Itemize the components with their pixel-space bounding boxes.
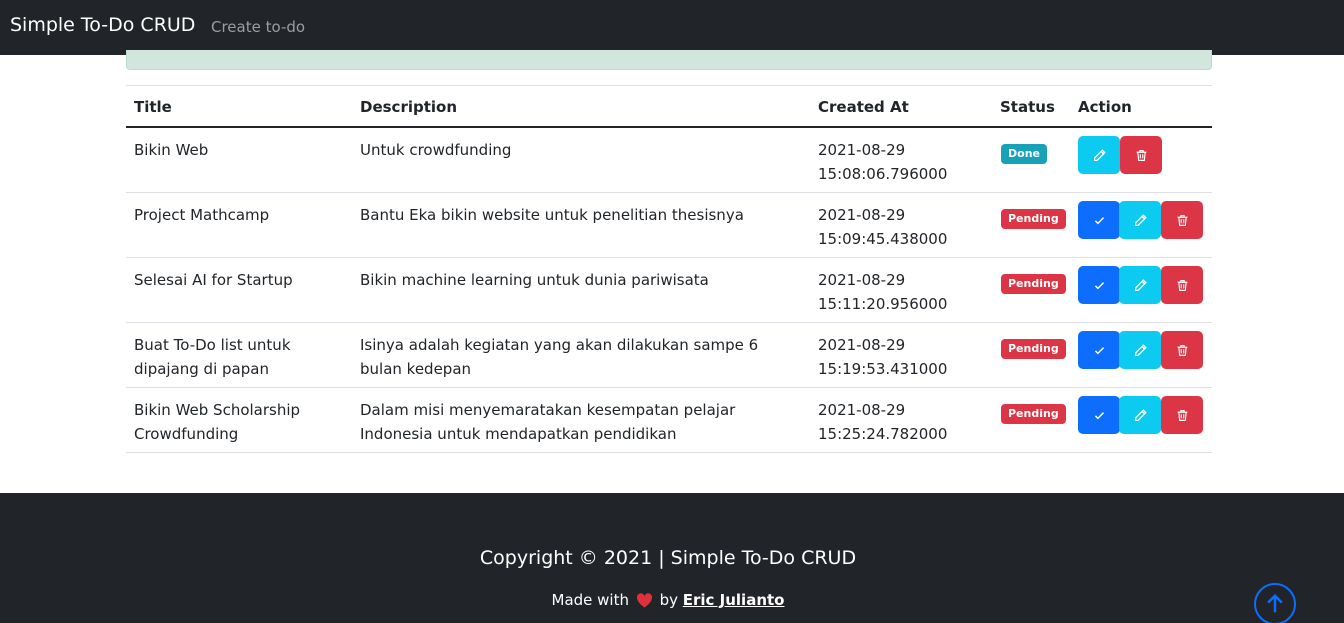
navbar-brand[interactable]: Simple To-Do CRUD [10, 14, 195, 36]
status-badge: Done [1001, 144, 1047, 164]
created-date: 2021-08-29 [818, 271, 906, 289]
edit-button[interactable] [1119, 331, 1161, 369]
by-text: by [659, 591, 678, 609]
footer: Copyright © 2021 | Simple To-Do CRUD Mad… [0, 493, 1344, 623]
pencil-icon [1134, 408, 1147, 421]
check-icon [1094, 411, 1104, 419]
scroll-top-button[interactable] [1254, 583, 1296, 623]
todo-description: Untuk crowdfunding [360, 141, 512, 159]
heart-icon [636, 593, 652, 608]
author-link[interactable]: Eric Julianto [683, 591, 785, 609]
todo-title: Bikin Web Scholarship Crowdfunding [134, 401, 301, 443]
created-time: 15:11:20.956000 [818, 295, 948, 313]
edit-button[interactable] [1119, 396, 1161, 434]
status-badge: Pending [1001, 274, 1066, 294]
check-icon [1094, 216, 1104, 224]
trash-icon [1136, 149, 1146, 161]
column-header-description: Description [360, 98, 458, 116]
status-cell: Pending [1001, 205, 1066, 229]
todo-description: Isinya adalah kegiatan yang akan dilakuk… [360, 336, 759, 378]
todo-created-at: 2021-08-29 15:08:06.796000 [818, 138, 988, 186]
trash-icon [1177, 279, 1187, 291]
todo-title: Selesai AI for Startup [134, 271, 293, 289]
mark-done-button[interactable] [1078, 331, 1120, 369]
status-badge: Pending [1001, 209, 1066, 229]
table-row: Bikin Web Untuk crowdfunding 2021-08-29 … [126, 128, 1212, 193]
created-date: 2021-08-29 [818, 336, 906, 354]
todo-description: Dalam misi menyemaratakan kesempatan pel… [360, 401, 736, 443]
column-header-status: Status [1000, 98, 1055, 116]
todo-created-at: 2021-08-29 15:25:24.782000 [818, 398, 988, 446]
created-time: 15:25:24.782000 [818, 425, 948, 443]
status-cell: Pending [1001, 270, 1066, 294]
delete-button[interactable] [1161, 396, 1203, 434]
created-date: 2021-08-29 [818, 141, 906, 159]
status-cell: Done [1001, 140, 1047, 164]
arrow-up-circle-icon [1267, 593, 1283, 613]
mark-done-button[interactable] [1078, 396, 1120, 434]
status-badge: Pending [1001, 339, 1066, 359]
trash-icon [1177, 409, 1187, 421]
nav-link-create-todo[interactable]: Create to-do [211, 18, 305, 36]
footer-copyright: Copyright © 2021 | Simple To-Do CRUD [479, 547, 857, 569]
table-row: Buat To-Do list untuk dipajang di papan … [126, 323, 1212, 388]
todo-title: Buat To-Do list untuk dipajang di papan [134, 336, 291, 378]
delete-button[interactable] [1161, 331, 1203, 369]
check-icon [1094, 281, 1104, 289]
todo-description: Bikin machine learning untuk dunia pariw… [360, 271, 709, 289]
navbar: Simple To-Do CRUD Create to-do [0, 0, 1344, 55]
made-with-text: Made with [551, 591, 629, 609]
created-date: 2021-08-29 [818, 401, 906, 419]
check-icon [1094, 346, 1104, 354]
status-cell: Pending [1001, 335, 1066, 359]
edit-button[interactable] [1119, 266, 1161, 304]
todo-table: Title Description Created At Status Acti… [126, 85, 1212, 453]
todo-title: Project Mathcamp [134, 206, 270, 224]
delete-button[interactable] [1120, 136, 1162, 174]
created-time: 15:08:06.796000 [818, 165, 948, 183]
pencil-icon [1134, 213, 1147, 226]
column-header-created-at: Created At [818, 98, 909, 116]
created-time: 15:09:45.438000 [818, 230, 948, 248]
created-time: 15:19:53.431000 [818, 360, 948, 378]
pencil-icon [1134, 343, 1147, 356]
table-row: Project Mathcamp Bantu Eka bikin website… [126, 193, 1212, 258]
delete-button[interactable] [1161, 201, 1203, 239]
todo-created-at: 2021-08-29 15:19:53.431000 [818, 333, 988, 381]
mark-done-button[interactable] [1078, 201, 1120, 239]
table-row: Selesai AI for Startup Bikin machine lea… [126, 258, 1212, 323]
status-cell: Pending [1001, 400, 1066, 424]
created-date: 2021-08-29 [818, 206, 906, 224]
pencil-icon [1093, 148, 1106, 161]
edit-button[interactable] [1078, 136, 1120, 174]
footer-made-with: Made with by Eric Julianto [0, 591, 1336, 609]
pencil-icon [1134, 278, 1147, 291]
column-header-title: Title [134, 98, 172, 116]
success-alert [126, 50, 1212, 70]
todo-description: Bantu Eka bikin website untuk penelitian… [360, 206, 744, 224]
table-header: Title Description Created At Status Acti… [126, 85, 1212, 128]
column-header-action: Action [1078, 98, 1132, 116]
todo-created-at: 2021-08-29 15:09:45.438000 [818, 203, 988, 251]
table-row: Bikin Web Scholarship Crowdfunding Dalam… [126, 388, 1212, 453]
edit-button[interactable] [1119, 201, 1161, 239]
todo-title: Bikin Web [134, 141, 209, 159]
status-badge: Pending [1001, 404, 1066, 424]
trash-icon [1177, 344, 1187, 356]
todo-created-at: 2021-08-29 15:11:20.956000 [818, 268, 988, 316]
trash-icon [1177, 214, 1187, 226]
delete-button[interactable] [1161, 266, 1203, 304]
mark-done-button[interactable] [1078, 266, 1120, 304]
